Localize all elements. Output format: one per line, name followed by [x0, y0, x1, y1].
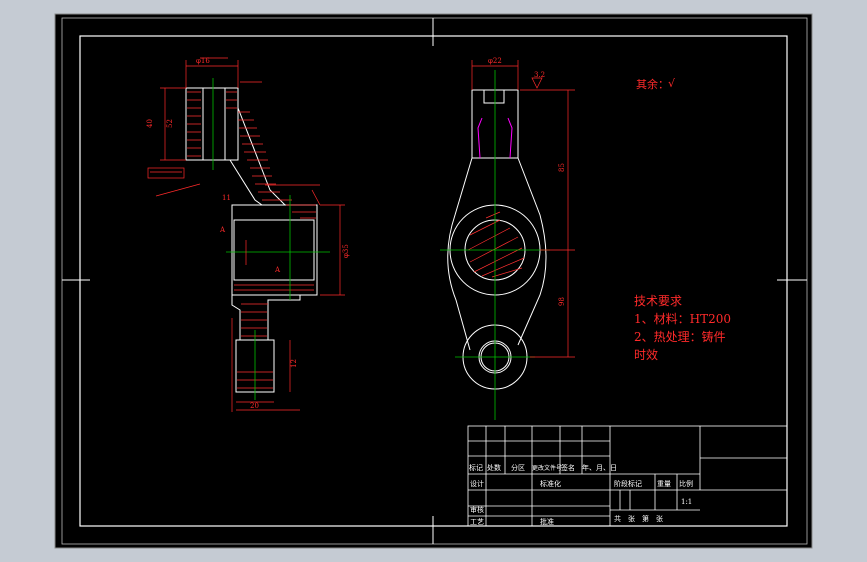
tb-header-date: 年、月、日	[582, 463, 617, 472]
dim-11: 11	[222, 194, 231, 202]
dim-a2: A	[274, 266, 281, 274]
tb-weight: 重量	[657, 480, 671, 488]
tb-scale-value: 1:1	[681, 498, 692, 506]
dim-98: 98	[558, 297, 566, 306]
tb-header-change-doc: 更改文件号	[532, 464, 562, 472]
tb-header-count: 处数	[487, 463, 501, 472]
tb-header-mark: 标记	[469, 463, 483, 472]
surface-finish-label: 其余：	[636, 77, 669, 91]
dim-a: A	[219, 226, 226, 234]
tech-req-line-1: 1、材料：HT200	[634, 312, 731, 326]
tb-header-sign: 签名	[561, 463, 575, 472]
tech-req-line-3: 时效	[634, 347, 658, 362]
tb-stage: 阶段标记	[614, 479, 642, 488]
tb-review: 审核	[470, 505, 484, 514]
tb-sheet-info: 共 张 第 张	[614, 514, 663, 523]
surface-finish-note: 其余： √	[636, 77, 676, 91]
finish-symbol-icon: √	[668, 77, 676, 90]
dim-phi16: φ16	[196, 57, 210, 65]
dim-52: 52	[166, 119, 174, 128]
tb-scale: 比例	[679, 479, 693, 488]
tb-standardize: 标准化	[540, 479, 561, 488]
roughness-3-2: 3.2	[534, 71, 545, 79]
tech-req-line-2: 2、热处理：铸件	[634, 329, 726, 344]
drawing-sheet	[54, 13, 813, 549]
dim-12: 12	[290, 359, 298, 368]
tb-process: 工艺	[470, 518, 484, 526]
tb-design: 设计	[470, 479, 484, 488]
dim-40: 40	[146, 119, 154, 128]
tb-approve: 批准	[540, 517, 554, 526]
dim-20: 20	[250, 402, 259, 410]
tb-header-zone: 分区	[511, 463, 525, 472]
dim-phi22: φ22	[488, 57, 502, 65]
dim-85: 85	[558, 163, 566, 172]
tech-req-title: 技术要求	[634, 294, 682, 308]
drawing-canvas: φ16 40 52 φ35 A A 20 11 12 φ22 85 98 3.2…	[54, 13, 813, 549]
dim-phi35: φ35	[342, 244, 350, 258]
